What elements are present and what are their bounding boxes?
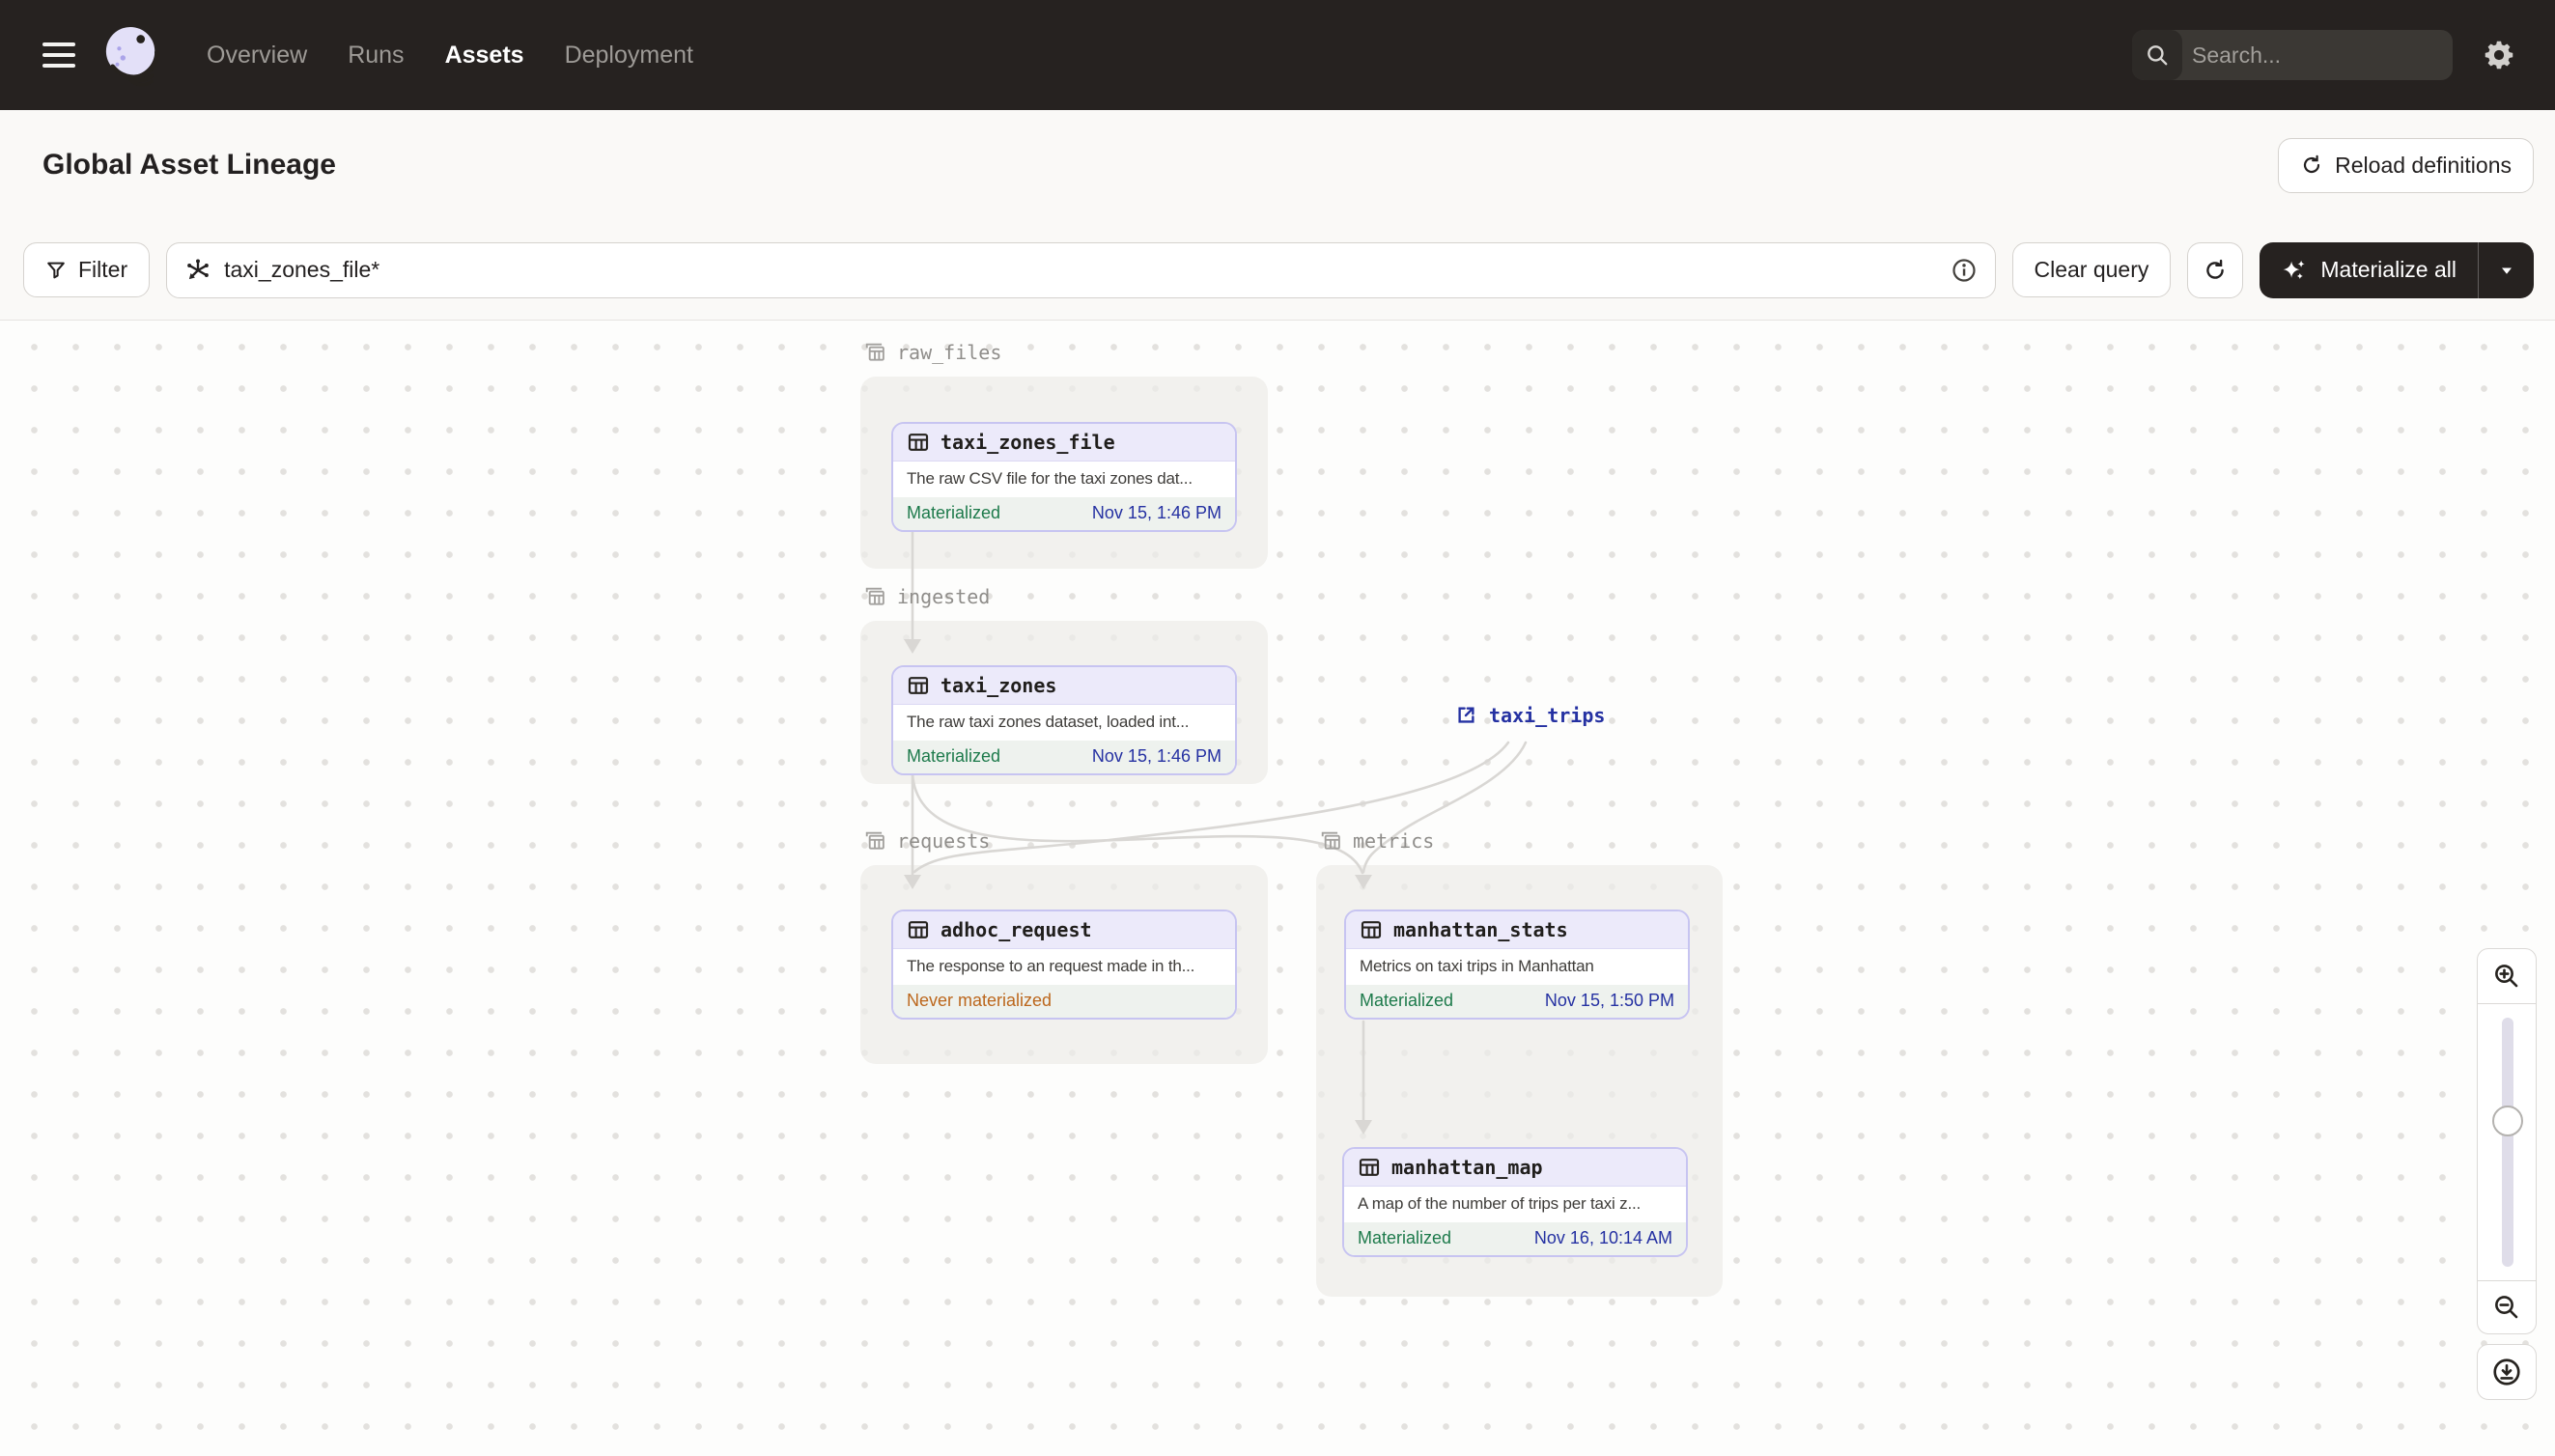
group-name: metrics	[1353, 829, 1435, 853]
lineage-edges	[904, 528, 1528, 1134]
group-name: requests	[897, 829, 991, 853]
external-asset-name: taxi_trips	[1489, 703, 1606, 727]
table-icon	[1361, 921, 1382, 939]
search-icon	[2132, 30, 2182, 80]
asset-selector-icon	[187, 258, 209, 279]
page-title: Global Asset Lineage	[42, 149, 336, 181]
top-nav: Overview Runs Assets Deployment /	[0, 0, 2555, 110]
group-label-metrics[interactable]: metrics	[1318, 828, 1434, 854]
external-asset-taxi_trips[interactable]: taxi_trips	[1454, 703, 1605, 727]
table-icon	[908, 677, 929, 695]
funnel-icon	[47, 262, 65, 278]
status-badge: Materialized	[1358, 1228, 1452, 1248]
asset-description: The response to an request made in th...	[907, 957, 1195, 976]
asset-name: taxi_zones	[941, 674, 1057, 698]
status-badge: Materialized	[907, 503, 1001, 523]
group-label-requests[interactable]: requests	[862, 828, 990, 854]
zoom-slider	[2477, 1004, 2537, 1280]
lineage-toolbar: Filter Clear query	[0, 220, 2555, 321]
asset-node-manhattan_stats[interactable]: manhattan_stats Metrics on taxi trips in…	[1344, 910, 1690, 1020]
zoom-controls	[2477, 948, 2537, 1400]
materialization-time: Nov 15, 1:46 PM	[1091, 746, 1221, 767]
asset-name: manhattan_stats	[1393, 918, 1568, 942]
reload-definitions-label: Reload definitions	[2335, 152, 2512, 178]
hamburger-icon[interactable]	[42, 42, 75, 68]
zoom-in-button[interactable]	[2477, 948, 2537, 1004]
asset-description: The raw taxi zones dataset, loaded int..…	[907, 713, 1190, 732]
asset-description: A map of the number of trips per taxi z.…	[1358, 1194, 1642, 1214]
zoom-out-button[interactable]	[2477, 1280, 2537, 1334]
asset-name: adhoc_request	[941, 918, 1092, 942]
dagster-logo[interactable]	[102, 23, 162, 87]
asset-node-adhoc_request[interactable]: adhoc_request The response to an request…	[891, 910, 1237, 1020]
materialization-time: Nov 15, 1:46 PM	[1091, 503, 1221, 523]
group-label-raw_files[interactable]: raw_files	[862, 340, 1001, 365]
asset-selection-input-wrap[interactable]	[166, 241, 1996, 298]
asset-name: manhattan_map	[1391, 1156, 1543, 1180]
table-icon	[908, 434, 929, 452]
dagster-logo-icon	[105, 26, 159, 87]
chevron-down-icon	[2501, 267, 2512, 274]
stacked-table-icon	[865, 343, 884, 361]
zoom-slider-track[interactable]	[2502, 1018, 2513, 1267]
lineage-canvas[interactable]: raw_files ingested requests metrics taxi…	[0, 321, 2555, 1456]
group-name: ingested	[897, 585, 991, 608]
materialize-all-split-button: Materialize all	[2260, 241, 2534, 298]
group-name: raw_files	[897, 341, 1002, 364]
recenter-view-button[interactable]	[2477, 1344, 2537, 1400]
asset-selection-input[interactable]	[224, 257, 1938, 283]
clear-query-label: Clear query	[2034, 257, 2149, 282]
global-search[interactable]: /	[2132, 30, 2453, 80]
info-icon[interactable]	[1951, 257, 1978, 284]
materialization-time: Nov 16, 10:14 AM	[1533, 1228, 1672, 1248]
zoom-out-icon	[2495, 1296, 2518, 1319]
asset-description: The raw CSV file for the taxi zones dat.…	[907, 469, 1193, 489]
nav-item-runs[interactable]: Runs	[348, 42, 404, 70]
filter-button[interactable]: Filter	[23, 242, 151, 297]
asset-description: Metrics on taxi trips in Manhattan	[1360, 957, 1594, 976]
asset-name: taxi_zones_file	[941, 431, 1115, 455]
table-icon	[1359, 1159, 1380, 1177]
table-icon	[908, 921, 929, 939]
reload-definitions-button[interactable]: Reload definitions	[2278, 137, 2534, 193]
materialize-all-button[interactable]: Materialize all	[2260, 242, 2478, 298]
dagster-app: Overview Runs Assets Deployment / Global…	[0, 0, 2555, 1456]
status-badge: Never materialized	[907, 991, 1053, 1011]
status-badge: Materialized	[907, 746, 1001, 767]
group-label-ingested[interactable]: ingested	[862, 584, 990, 609]
refresh-icon	[2304, 154, 2320, 174]
filter-label: Filter	[78, 257, 128, 282]
refresh-icon	[2206, 259, 2225, 279]
stacked-table-icon	[865, 587, 884, 605]
nav-item-overview[interactable]: Overview	[207, 42, 307, 70]
status-badge: Materialized	[1360, 991, 1454, 1011]
nav-item-assets[interactable]: Assets	[445, 42, 524, 70]
clear-query-button[interactable]: Clear query	[2011, 242, 2172, 297]
gear-icon[interactable]	[2482, 38, 2516, 72]
materialize-options-button[interactable]	[2478, 241, 2534, 298]
materialize-all-label: Materialize all	[2320, 257, 2457, 282]
zoom-in-icon	[2495, 965, 2518, 988]
sparkle-icon	[2283, 260, 2306, 279]
stacked-table-icon	[1321, 831, 1340, 850]
asset-node-taxi_zones_file[interactable]: taxi_zones_file The raw CSV file for the…	[891, 422, 1237, 532]
recenter-icon	[2493, 1358, 2520, 1386]
search-input[interactable]	[2182, 42, 2453, 69]
asset-node-taxi_zones[interactable]: taxi_zones The raw taxi zones dataset, l…	[891, 665, 1237, 775]
zoom-slider-thumb[interactable]	[2492, 1106, 2523, 1136]
asset-node-manhattan_map[interactable]: manhattan_map A map of the number of tri…	[1342, 1147, 1688, 1257]
stacked-table-icon	[865, 831, 884, 850]
edge-taxi_zones-manhattan_stats	[911, 771, 1364, 875]
nav-links: Overview Runs Assets Deployment	[207, 42, 693, 70]
page-header: Global Asset Lineage Reload definitions	[0, 110, 2555, 220]
external-link-icon	[1458, 707, 1474, 723]
refresh-graph-button[interactable]	[2187, 241, 2244, 298]
nav-item-deployment[interactable]: Deployment	[565, 42, 693, 70]
materialization-time: Nov 15, 1:50 PM	[1544, 991, 1674, 1011]
